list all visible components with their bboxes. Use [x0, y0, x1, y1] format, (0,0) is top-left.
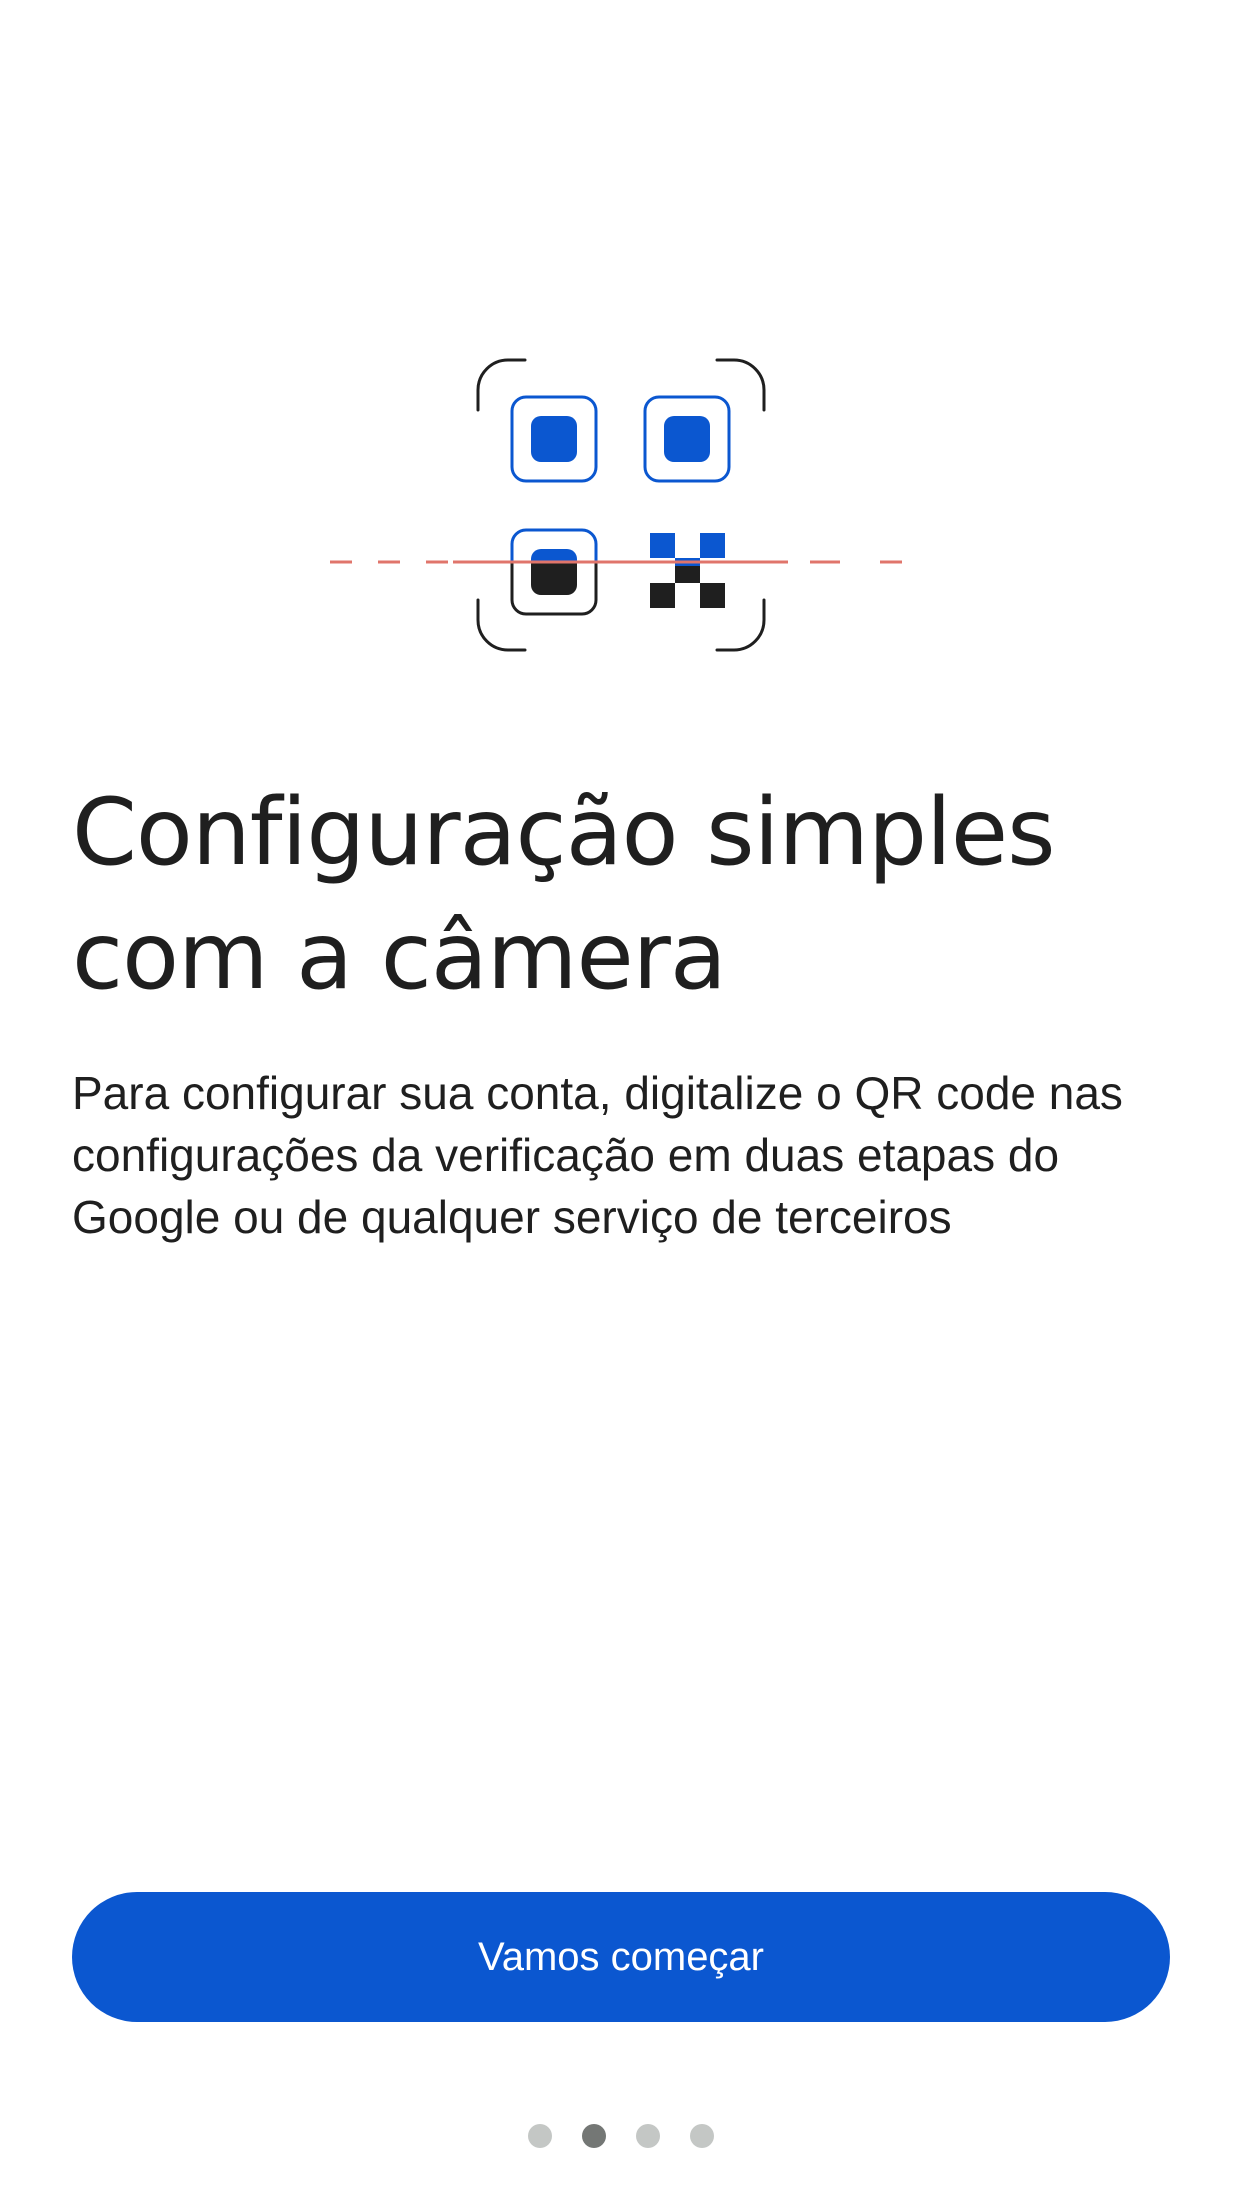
page-title: Configuração simples com a câmera: [72, 778, 1056, 1010]
qr-finder-top-left: [510, 395, 598, 483]
page-dot-1[interactable]: [528, 2124, 552, 2148]
qr-finder-top-right: [643, 395, 731, 483]
get-started-button[interactable]: Vamos começar: [72, 1892, 1170, 2022]
qr-data-pattern: [650, 533, 725, 608]
page-indicator: [0, 2124, 1242, 2148]
page-dot-3[interactable]: [636, 2124, 660, 2148]
page-dot-4[interactable]: [690, 2124, 714, 2148]
page-description: Para configurar sua conta, digitalize o …: [72, 1067, 1123, 1243]
qr-code-scan-icon: [330, 358, 902, 652]
qr-finder-bottom-left: [510, 528, 598, 616]
page-dot-2-active[interactable]: [582, 2124, 606, 2148]
